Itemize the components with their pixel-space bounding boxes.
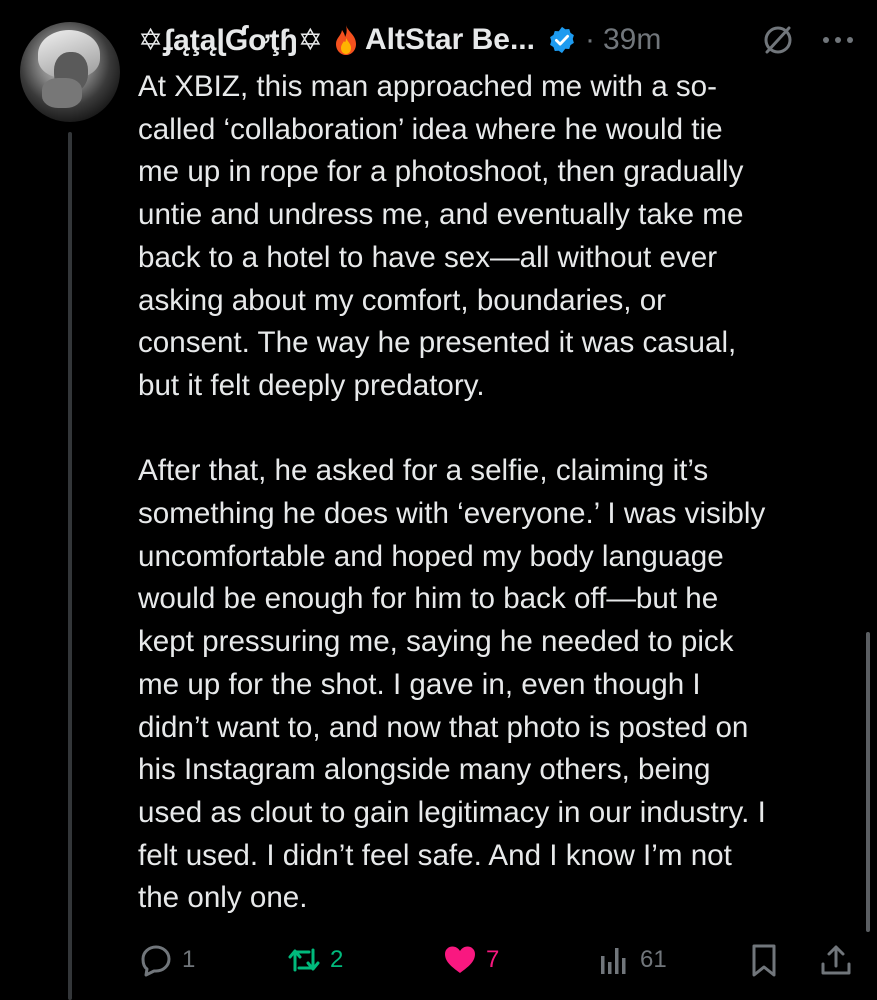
repost-icon: [288, 948, 320, 972]
share-icon: [821, 945, 851, 975]
view-count: 61: [640, 946, 667, 973]
action-bar: 1 2 7 61: [138, 936, 858, 984]
share-button[interactable]: [818, 936, 854, 984]
tweet-header: ✡ʄąţąɭƓơţɧ✡ AltStar Be... · 39m: [138, 18, 661, 62]
repost-count: 2: [330, 946, 344, 973]
like-count: 7: [486, 946, 500, 973]
repost-button[interactable]: 2: [286, 936, 343, 984]
scrollbar[interactable]: [866, 632, 870, 932]
verified-badge-icon: [550, 26, 574, 54]
bookmark-icon: [752, 944, 776, 977]
heart-icon: [445, 946, 475, 973]
avatar-hand: [42, 78, 82, 108]
views-chart-icon: [601, 948, 626, 974]
tweet-paragraph: After that, he asked for a selfie, claim…: [138, 454, 766, 915]
avatar[interactable]: [20, 22, 120, 122]
more-icon[interactable]: [818, 22, 858, 58]
like-button[interactable]: 7: [442, 936, 499, 984]
timestamp[interactable]: 39m: [603, 23, 661, 57]
reply-count: 1: [182, 946, 196, 973]
thread-line: [68, 132, 72, 1000]
company-name[interactable]: AltStar Be...: [365, 23, 535, 57]
bookmark-button[interactable]: [746, 936, 782, 984]
views-button[interactable]: 61: [596, 936, 667, 984]
reply-icon: [141, 945, 171, 977]
tweet-text: At XBIZ, this man approached me with a s…: [138, 66, 868, 920]
display-name[interactable]: ✡ʄąţąɭƓơţɧ✡: [138, 23, 323, 58]
reply-button[interactable]: 1: [138, 936, 195, 984]
grok-icon[interactable]: [760, 22, 796, 58]
tweet-paragraph: At XBIZ, this man approached me with a s…: [138, 70, 744, 402]
fire-emoji-icon: [333, 24, 359, 56]
header-separator: ·: [584, 23, 595, 56]
